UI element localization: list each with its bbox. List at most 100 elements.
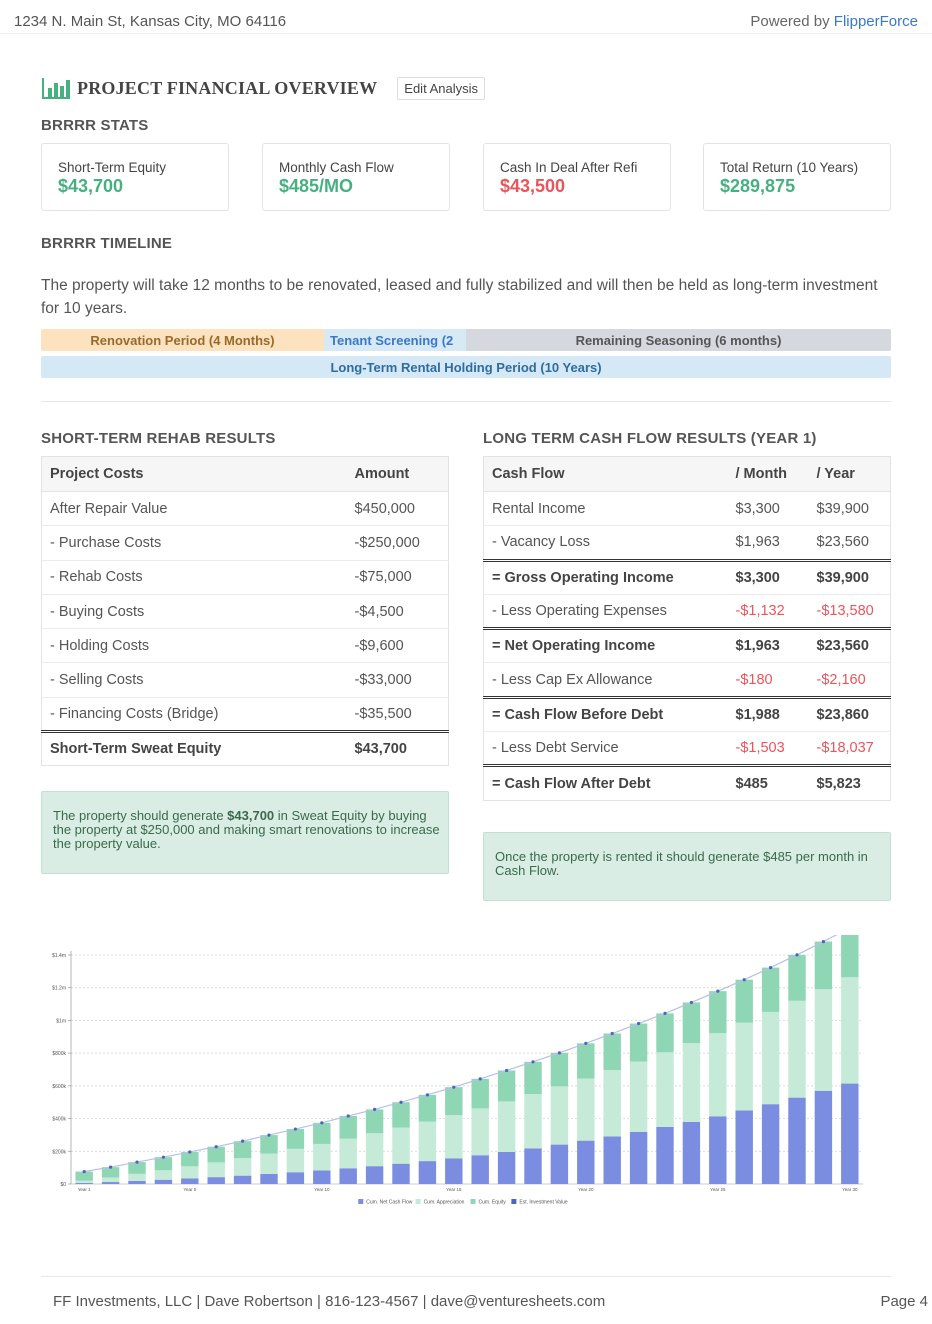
bar-segment (471, 1078, 489, 1109)
x-tick-label: Year 20 (578, 1187, 594, 1192)
row-month-value: $485 (727, 764, 809, 801)
brand-link[interactable]: FlipperForce (834, 13, 918, 30)
bar-segment (418, 1161, 437, 1184)
column-header-amount: Amount (346, 456, 449, 492)
bar-segment (445, 1087, 463, 1116)
timeline-bar: Renovation Period (4 Months) Tenant Scre… (41, 329, 891, 351)
timeline-description: The property will take 12 months to be r… (41, 277, 878, 317)
investment-value-point (346, 1114, 350, 1118)
bar-segment (207, 1146, 225, 1163)
table-row: - Purchase Costs -$250,000 (41, 525, 449, 561)
note-text: The property should generate (53, 808, 228, 823)
row-label: - Less Operating Expenses (483, 593, 728, 629)
page-number: Page 4 (880, 1293, 928, 1310)
total-row: = Net Operating Income $1,963 $23,560 (483, 627, 891, 663)
bar-segment (101, 1182, 120, 1184)
bar-segment (656, 1052, 674, 1127)
row-value: -$33,000 (346, 662, 449, 698)
row-month-value: -$1,132 (727, 593, 809, 629)
bar-segment (709, 991, 727, 1034)
bar-segment (154, 1170, 173, 1180)
column-header-costs: Project Costs (41, 456, 347, 492)
bar-segment (497, 1101, 516, 1152)
cash-flow-note: Once the property is rented it should ge… (483, 832, 891, 901)
legend-swatch (358, 1199, 364, 1204)
investment-value-point (716, 989, 720, 993)
edit-analysis-button[interactable]: Edit Analysis (397, 76, 485, 100)
bar-segment (365, 1133, 384, 1167)
investment-value-point (214, 1145, 218, 1149)
row-year-value: $5,823 (808, 764, 891, 801)
bar-segment (313, 1170, 331, 1184)
bar-segment (101, 1177, 120, 1183)
bar-segment (656, 1013, 674, 1053)
bar-segment (128, 1180, 146, 1184)
row-value: -$35,500 (346, 696, 449, 732)
investment-value-point (161, 1155, 165, 1159)
bar-segment (260, 1153, 278, 1175)
bar-segment (418, 1121, 437, 1162)
y-tick-label: $0 (60, 1182, 66, 1188)
stat-card-cash-in-deal: Cash In Deal After Refi $43,500 (483, 143, 671, 211)
bar-segment (339, 1138, 357, 1169)
cashflow-heading: LONG TERM CASH FLOW RESULTS (YEAR 1) (483, 430, 817, 447)
row-month-value: -$180 (727, 662, 809, 698)
investment-value-point (135, 1160, 139, 1164)
investment-value-point (399, 1100, 403, 1104)
row-label: - Rehab Costs (41, 559, 347, 595)
bar-segment (260, 1174, 278, 1184)
y-tick-label: $200k (52, 1149, 66, 1155)
row-label: After Repair Value (41, 490, 347, 526)
total-row: = Cash Flow After Debt $485 $5,823 (483, 764, 891, 801)
bar-segment (339, 1168, 357, 1184)
y-tick-label: $600k (52, 1084, 66, 1090)
investment-value-point (373, 1107, 377, 1112)
bar-segment (497, 1151, 516, 1184)
investment-value-point (584, 1041, 588, 1045)
bar-segment (841, 935, 859, 978)
bar-segment (841, 1083, 859, 1184)
table-row: - Buying Costs -$4,500 (41, 593, 449, 629)
bar-segment (788, 954, 806, 1001)
x-tick-label: Year 15 (446, 1187, 462, 1192)
powered-by: Powered by FlipperForce (750, 13, 918, 30)
investment-value-point (82, 1169, 86, 1174)
bar-segment (524, 1061, 542, 1095)
bar-segment (313, 1122, 331, 1144)
bar-segment (365, 1109, 384, 1134)
bar-chart-icon (42, 78, 70, 99)
row-label: - Financing Costs (Bridge) (41, 696, 347, 732)
bar-segment (471, 1155, 489, 1184)
bar-segment (524, 1148, 542, 1184)
row-label: - Less Debt Service (483, 731, 728, 766)
x-tick-label: Year 30 (842, 1187, 858, 1192)
bar-segment (629, 1131, 648, 1184)
bar-segment (524, 1094, 542, 1149)
bar-segment (577, 1043, 595, 1079)
investment-value-point (557, 1051, 562, 1055)
bar-segment (207, 1177, 225, 1184)
y-tick-label: $800k (52, 1051, 66, 1057)
stat-label: Cash In Deal After Refi (500, 160, 638, 175)
bar-segment (603, 1136, 621, 1184)
bar-segment (260, 1135, 278, 1154)
legend-swatch (470, 1199, 476, 1204)
bar-segment (550, 1086, 569, 1145)
bar-segment (814, 941, 833, 990)
row-label: = Cash Flow After Debt (483, 764, 728, 801)
stat-card-short-term-equity: Short-Term Equity $43,700 (41, 143, 229, 211)
row-label: = Cash Flow Before Debt (483, 695, 728, 732)
table-row: - Less Operating Expenses -$1,132 -$13,580 (483, 593, 891, 629)
cashflow-results-table: Cash Flow / Month / Year Rental Income $3… (483, 456, 891, 801)
investment-value-point (241, 1139, 245, 1143)
row-year-value: $39,900 (808, 490, 891, 526)
table-row: - Rehab Costs -$75,000 (41, 559, 449, 595)
total-row: = Cash Flow Before Debt $1,988 $23,860 (483, 695, 891, 732)
legend-swatch (415, 1199, 421, 1204)
row-label: = Gross Operating Income (483, 558, 728, 595)
bar-segment (392, 1102, 410, 1128)
row-label: = Net Operating Income (483, 627, 728, 663)
rehab-results-table: Project Costs Amount After Repair Value $… (41, 456, 449, 767)
powered-by-label: Powered by (750, 13, 834, 30)
y-tick-label: $400k (52, 1117, 66, 1123)
